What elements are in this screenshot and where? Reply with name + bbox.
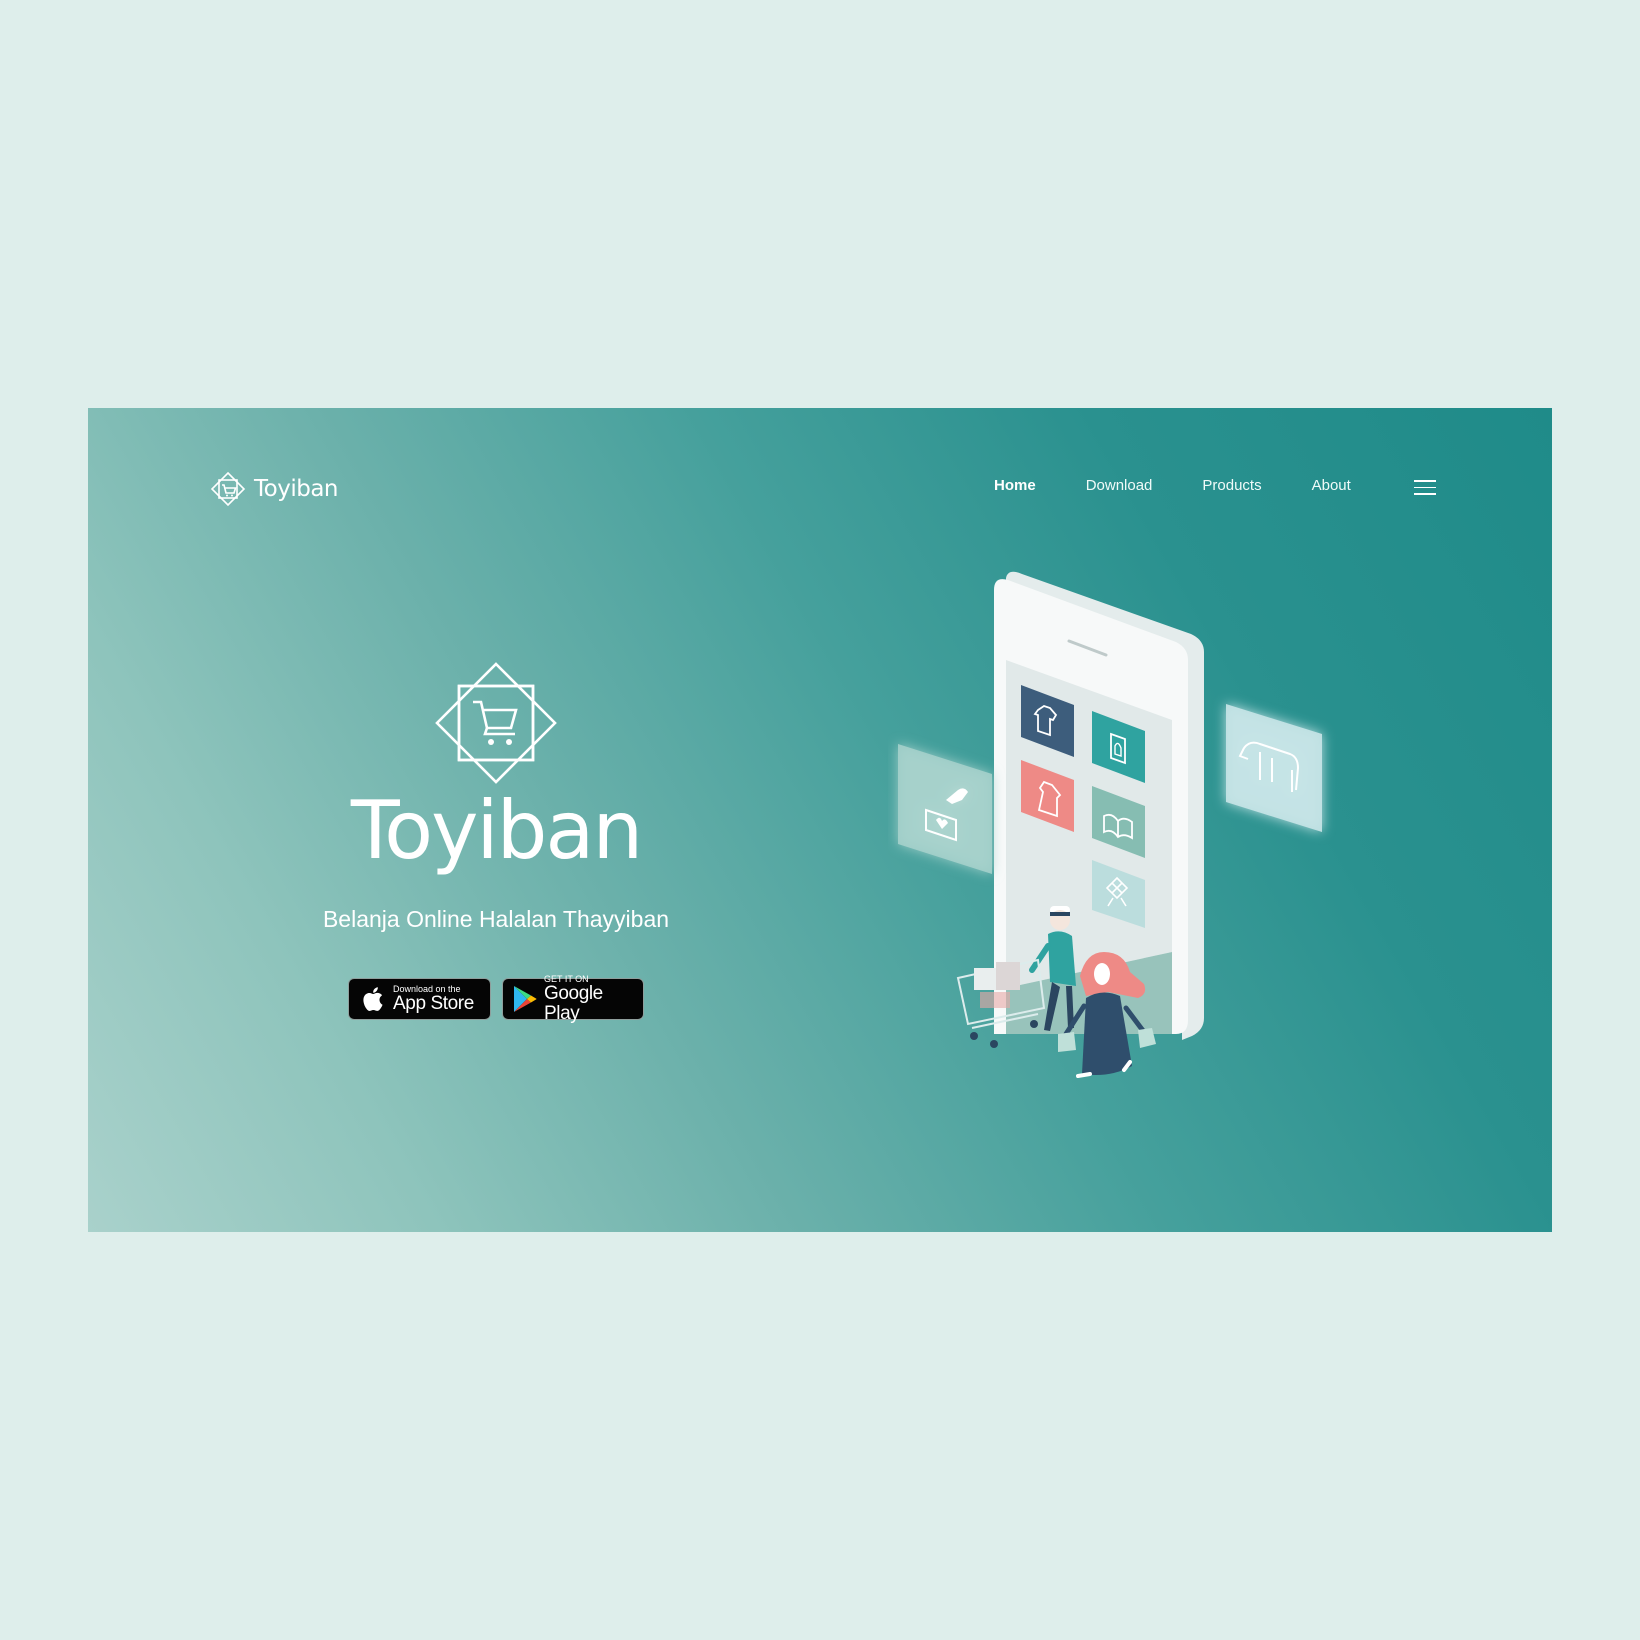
cart-emblem-icon — [435, 662, 557, 784]
google-play-button[interactable]: GET IT ON Google Play — [502, 974, 644, 1024]
hero-tagline: Belanja Online Halalan Thayyiban — [322, 906, 670, 932]
play-triangle-icon — [513, 986, 537, 1012]
nav-home[interactable]: Home — [994, 477, 1036, 494]
hamburger-menu-icon[interactable] — [1414, 480, 1436, 496]
app-store-large-text: App Store — [393, 993, 474, 1014]
nav-logo[interactable]: Toyiban — [210, 470, 339, 508]
hero-section: Toyiban Home Download Products About Toy… — [88, 408, 1552, 1232]
nav-products[interactable]: Products — [1202, 477, 1261, 494]
app-store-button[interactable]: Download on the App Store — [348, 978, 491, 1020]
google-play-large-text: Google Play — [543, 983, 603, 1024]
cow-card-icon — [1226, 704, 1322, 832]
phone-shopping-illustration — [898, 571, 1322, 1078]
nav-about[interactable]: About — [1312, 477, 1351, 494]
main-nav: Home Download Products About — [994, 477, 1401, 494]
hero-title: Toyiban — [350, 784, 643, 877]
apple-icon — [363, 987, 383, 1011]
brand-name: Toyiban — [254, 476, 339, 502]
donation-card-icon — [898, 744, 992, 874]
nav-download[interactable]: Download — [1086, 477, 1153, 494]
cart-logo-icon — [210, 471, 246, 507]
